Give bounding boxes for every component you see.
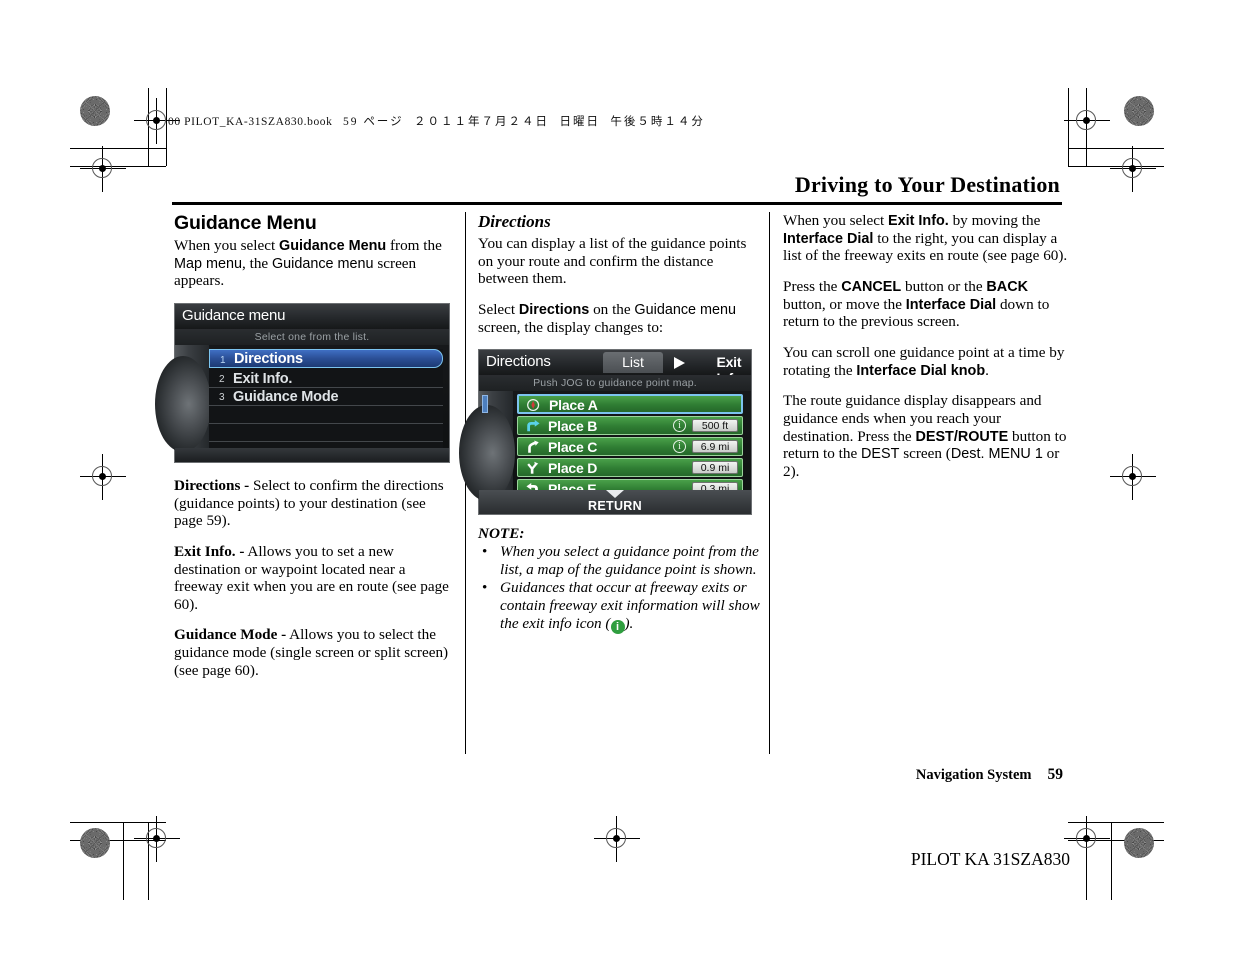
registration-target-right-upper — [1118, 154, 1148, 184]
destination-icon — [524, 398, 544, 412]
return-label: RETURN — [479, 499, 751, 513]
section-heading-guidance-menu: Guidance Menu — [174, 212, 454, 235]
registration-target-right-lower — [1118, 462, 1148, 492]
column-middle: Directions You can display a list of the… — [478, 212, 760, 635]
page-title: Driving to Your Destination — [795, 172, 1060, 198]
print-header-page: 59 ページ — [343, 116, 404, 128]
registration-target-bottom-center — [602, 824, 632, 854]
column-left: Guidance Menu When you select Guidance M… — [174, 212, 454, 692]
guidance-point-distance: 0.9 mi — [692, 461, 738, 474]
title-rule — [172, 202, 1062, 205]
guidance-point-distance: 500 ft — [692, 419, 738, 432]
scrollbar[interactable] — [482, 395, 488, 413]
directions-screenshot: Directions List Exit Info. Push JOG to g… — [478, 349, 752, 515]
registration-burst-bottom-left — [80, 828, 110, 858]
directions-intro: You can display a list of the guidance p… — [478, 235, 760, 288]
column-right: When you select Exit Info. by moving the… — [783, 212, 1068, 494]
exit-info-icon: i — [673, 440, 686, 453]
print-header-weekday: 日曜日 — [559, 116, 600, 128]
cancel-back-paragraph: Press the CANCEL button or the BACK butt… — [783, 278, 1068, 331]
tab-list[interactable]: List — [603, 352, 663, 373]
exit-info-paragraph: When you select Exit Info. by moving the… — [783, 212, 1068, 265]
screen-footer-bar — [175, 448, 449, 462]
screen-title: Guidance menu — [182, 307, 285, 324]
screen-titlebar: Guidance menu — [175, 304, 449, 329]
manual-page: 00 PILOT_KA-31SZA830.book 59 ページ ２０１１年７月… — [0, 0, 1235, 954]
screen-hint: Select one from the list. — [175, 329, 449, 345]
guidance-menu-screenshot: Guidance menu Select one from the list. … — [174, 303, 450, 463]
page-footer: Navigation System 59 — [916, 766, 1063, 784]
print-header-filename: 00 PILOT_KA-31SZA830.book — [168, 116, 333, 128]
screen-titlebar: Directions List Exit Info. — [479, 350, 751, 375]
registration-burst-top-left — [80, 96, 110, 126]
section-heading-directions: Directions — [478, 212, 760, 232]
registration-target-bottom-left — [142, 824, 172, 854]
menu-item-number: 3 — [219, 392, 225, 403]
scroll-paragraph: You can scroll one guidance point at a t… — [783, 344, 1068, 379]
guidance-point-label: Place D — [548, 460, 597, 476]
definition-directions: Directions - Select to confirm the direc… — [174, 477, 454, 530]
note-item: Guidances that occur at freeway exits or… — [478, 579, 760, 633]
guidance-point-label: Place A — [549, 397, 598, 413]
fork-right-icon — [523, 461, 543, 475]
slight-right-icon — [523, 440, 543, 454]
guidance-menu-intro: When you select Guidance Menu from the M… — [174, 237, 454, 290]
screen-title: Directions — [486, 353, 551, 370]
screen-body: 1 Directions 2 Exit Info. 3 Guidance Mod… — [175, 345, 449, 462]
part-number: PILOT KA 31SZA830 — [911, 849, 1070, 870]
registration-target-left-lower — [88, 462, 118, 492]
guidance-menu-list: 1 Directions 2 Exit Info. 3 Guidance Mod… — [209, 349, 443, 448]
menu-item-directions[interactable]: 1 Directions — [209, 349, 443, 368]
footer-page-number: 59 — [1048, 766, 1064, 783]
menu-item-label: Exit Info. — [233, 371, 292, 387]
note-item: When you select a guidance point from th… — [478, 543, 760, 578]
registration-target-left-upper — [88, 154, 118, 184]
guidance-point-label: Place C — [548, 439, 597, 455]
menu-item-label: Guidance Mode — [233, 389, 338, 405]
exit-info-icon: i — [611, 620, 625, 634]
menu-item-exit-info[interactable]: 2 Exit Info. — [209, 370, 443, 388]
registration-target-top-right — [1072, 106, 1102, 136]
right-arrow-icon — [674, 357, 685, 369]
note-list: When you select a guidance point from th… — [478, 543, 760, 634]
footer-label: Navigation System — [916, 767, 1032, 783]
guidance-point-distance: 6.9 mi — [692, 440, 738, 453]
interface-dial-graphic — [175, 345, 209, 462]
guidance-point-row[interactable]: Place C i 6.9 mi — [517, 437, 743, 456]
print-header-time: 午後５時１４分 — [610, 116, 705, 128]
directions-list: Place A Place B i 500 ft — [517, 394, 743, 500]
guidance-point-row[interactable]: Place A — [517, 394, 743, 414]
menu-item-guidance-mode[interactable]: 3 Guidance Mode — [209, 388, 443, 406]
menu-item-number: 1 — [220, 355, 226, 366]
route-end-paragraph: The route guidance display disappears an… — [783, 392, 1068, 480]
note-title: NOTE: — [478, 525, 760, 543]
directions-select-text: Select Directions on the Guidance menu s… — [478, 301, 760, 336]
definition-exit-info: Exit Info. - Allows you to set a new des… — [174, 543, 454, 614]
guidance-point-label: Place B — [548, 418, 597, 434]
print-header-date: ２０１１年７月２４日 — [414, 116, 549, 128]
definition-guidance-mode: Guidance Mode - Allows you to select the… — [174, 626, 454, 679]
menu-item-empty — [209, 406, 443, 424]
down-arrow-icon — [606, 490, 624, 498]
registration-target-bottom-right — [1072, 824, 1102, 854]
guidance-point-row[interactable]: Place B i 500 ft — [517, 416, 743, 435]
guidance-point-row[interactable]: Place D 0.9 mi — [517, 458, 743, 477]
menu-item-empty — [209, 460, 443, 477]
screen-body: Place A Place B i 500 ft — [479, 391, 751, 514]
menu-item-empty — [209, 424, 443, 442]
menu-item-label: Directions — [234, 351, 303, 367]
registration-burst-bottom-right — [1124, 828, 1154, 858]
registration-burst-top-right — [1124, 96, 1154, 126]
column-divider-2 — [769, 212, 770, 754]
screen-hint: Push JOG to guidance point map. — [479, 375, 751, 391]
print-header: 00 PILOT_KA-31SZA830.book 59 ページ ２０１１年７月… — [168, 113, 705, 129]
turn-right-icon — [523, 419, 543, 433]
menu-item-number: 2 — [219, 374, 225, 385]
exit-info-icon: i — [673, 419, 686, 432]
return-bar[interactable]: RETURN — [479, 490, 751, 514]
